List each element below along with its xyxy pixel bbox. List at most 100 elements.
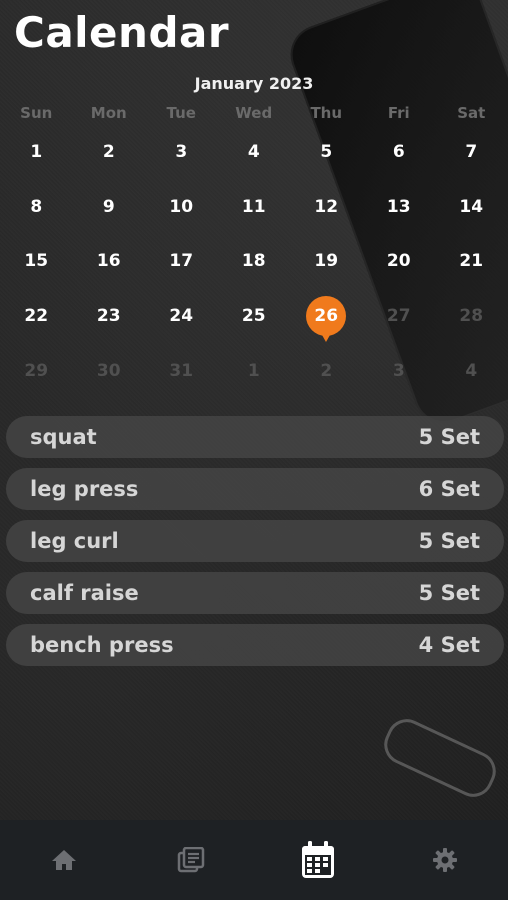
calendar-day[interactable]: 2: [290, 351, 363, 391]
calendar-day-number: 30: [96, 361, 121, 381]
calendar-day[interactable]: 28: [435, 296, 508, 336]
calendar-day-number: 10: [169, 197, 194, 217]
calendar-day[interactable]: 14: [435, 187, 508, 227]
calendar-day[interactable]: 31: [145, 351, 218, 391]
calendar-day-number: 29: [24, 361, 49, 381]
weekday-label: Fri: [387, 104, 410, 122]
calendar-day[interactable]: 16: [73, 241, 146, 281]
workout-sets: 5 Set: [418, 529, 480, 553]
calendar-day[interactable]: 22: [0, 296, 73, 336]
workout-name: leg press: [30, 477, 139, 501]
weekday-label: Tue: [166, 104, 196, 122]
calendar-day-number: 9: [102, 197, 115, 217]
workout-name: squat: [30, 425, 97, 449]
calendar-day[interactable]: 8: [0, 187, 73, 227]
weekday-label: Sat: [457, 104, 486, 122]
calendar-week-row: 22 23 24 25 26 27 28: [0, 296, 508, 342]
calendar-day[interactable]: 21: [435, 241, 508, 281]
weekday-label: Wed: [235, 104, 273, 122]
calendar-day[interactable]: 13: [363, 187, 436, 227]
calendar-day-number: 25: [241, 306, 266, 326]
calendar-day-number: 18: [241, 251, 266, 271]
calendar-day-number: 14: [459, 197, 484, 217]
workout-item[interactable]: bench press 4 Set: [6, 624, 504, 666]
nav-calendar[interactable]: [254, 820, 381, 900]
calendar-day[interactable]: 7: [435, 132, 508, 172]
workout-sets: 6 Set: [418, 477, 480, 501]
calendar-day-number: 3: [175, 142, 188, 162]
workout-sets: 5 Set: [418, 425, 480, 449]
calendar-day-number: 7: [465, 142, 478, 162]
calendar-day[interactable]: 12: [290, 187, 363, 227]
calendar-day-number: 12: [314, 197, 339, 217]
calendar-day[interactable]: 30: [73, 351, 146, 391]
nav-settings[interactable]: [381, 820, 508, 900]
calendar-day[interactable]: 4: [218, 132, 291, 172]
calendar-weekday-header: Sun Mon Tue Wed Thu Fri Sat: [0, 104, 508, 122]
notes-icon: [177, 847, 204, 873]
calendar-day-number: 6: [392, 142, 405, 162]
calendar-day-number: 1: [30, 142, 43, 162]
calendar-day[interactable]: 2: [73, 132, 146, 172]
calendar-day[interactable]: 9: [73, 187, 146, 227]
workout-name: leg curl: [30, 529, 119, 553]
calendar-day-number: 3: [392, 361, 405, 381]
calendar-day[interactable]: 1: [218, 351, 291, 391]
calendar-day[interactable]: 6: [363, 132, 436, 172]
calendar-week-row: 15 16 17 18 19 20 21: [0, 241, 508, 281]
workout-list: squat 5 Set leg press 6 Set leg curl 5 Set cal…: [6, 416, 504, 676]
calendar-day[interactable]: 10: [145, 187, 218, 227]
weekday-label: Mon: [90, 104, 127, 122]
calendar-day[interactable]: 29: [0, 351, 73, 391]
calendar-day-number: 31: [169, 361, 194, 381]
calendar-day-number: 23: [96, 306, 121, 326]
calendar-day[interactable]: 5: [290, 132, 363, 172]
calendar-day[interactable]: 23: [73, 296, 146, 336]
workout-item[interactable]: leg press 6 Set: [6, 468, 504, 510]
workout-item[interactable]: squat 5 Set: [6, 416, 504, 458]
calendar-day[interactable]: 3: [145, 132, 218, 172]
nav-home[interactable]: [0, 820, 127, 900]
page-title: Calendar: [14, 8, 230, 57]
workout-name: calf raise: [30, 581, 139, 605]
calendar-day-number: 4: [247, 142, 260, 162]
calendar-day[interactable]: 24: [145, 296, 218, 336]
calendar-day-number: 11: [241, 197, 266, 217]
calendar-day[interactable]: 1: [0, 132, 73, 172]
calendar-day[interactable]: 3: [363, 351, 436, 391]
workout-sets: 4 Set: [418, 633, 480, 657]
calendar-day[interactable]: 25: [218, 296, 291, 336]
calendar-day-number: 22: [24, 306, 49, 326]
calendar-day[interactable]: 27: [363, 296, 436, 336]
calendar-day[interactable]: 11: [218, 187, 291, 227]
home-icon: [51, 850, 76, 870]
calendar-day-number: 16: [96, 251, 121, 271]
calendar-day-number: 1: [247, 361, 260, 381]
calendar-day[interactable]: 15: [0, 241, 73, 281]
calendar-icon: [301, 841, 334, 878]
bottom-navigation: [0, 820, 508, 900]
calendar-day-number: 21: [459, 251, 484, 271]
calendar-day-number: 8: [30, 197, 43, 217]
calendar-day-selected[interactable]: 26: [290, 296, 363, 342]
calendar-day-number: 28: [459, 306, 484, 326]
calendar-day-number: 24: [169, 306, 194, 326]
calendar-week-row: 8 9 10 11 12 13 14: [0, 187, 508, 227]
workout-item[interactable]: calf raise 5 Set: [6, 572, 504, 614]
calendar-day-number: 4: [465, 361, 478, 381]
calendar-day-number: 27: [386, 306, 411, 326]
calendar-day[interactable]: 20: [363, 241, 436, 281]
calendar-day-number: 17: [169, 251, 194, 271]
calendar-week-row: 29 30 31 1 2 3 4: [0, 351, 508, 391]
calendar-month-label: January 2023: [194, 74, 314, 93]
calendar-day[interactable]: 4: [435, 351, 508, 391]
calendar-day-number: 2: [320, 361, 333, 381]
calendar-day-number: 20: [386, 251, 411, 271]
nav-notes[interactable]: [127, 820, 254, 900]
calendar-day[interactable]: 18: [218, 241, 291, 281]
workout-item[interactable]: leg curl 5 Set: [6, 520, 504, 562]
calendar-day[interactable]: 17: [145, 241, 218, 281]
calendar-day-number: 19: [314, 251, 339, 271]
settings-icon: [432, 848, 457, 872]
calendar-day[interactable]: 19: [290, 241, 363, 281]
